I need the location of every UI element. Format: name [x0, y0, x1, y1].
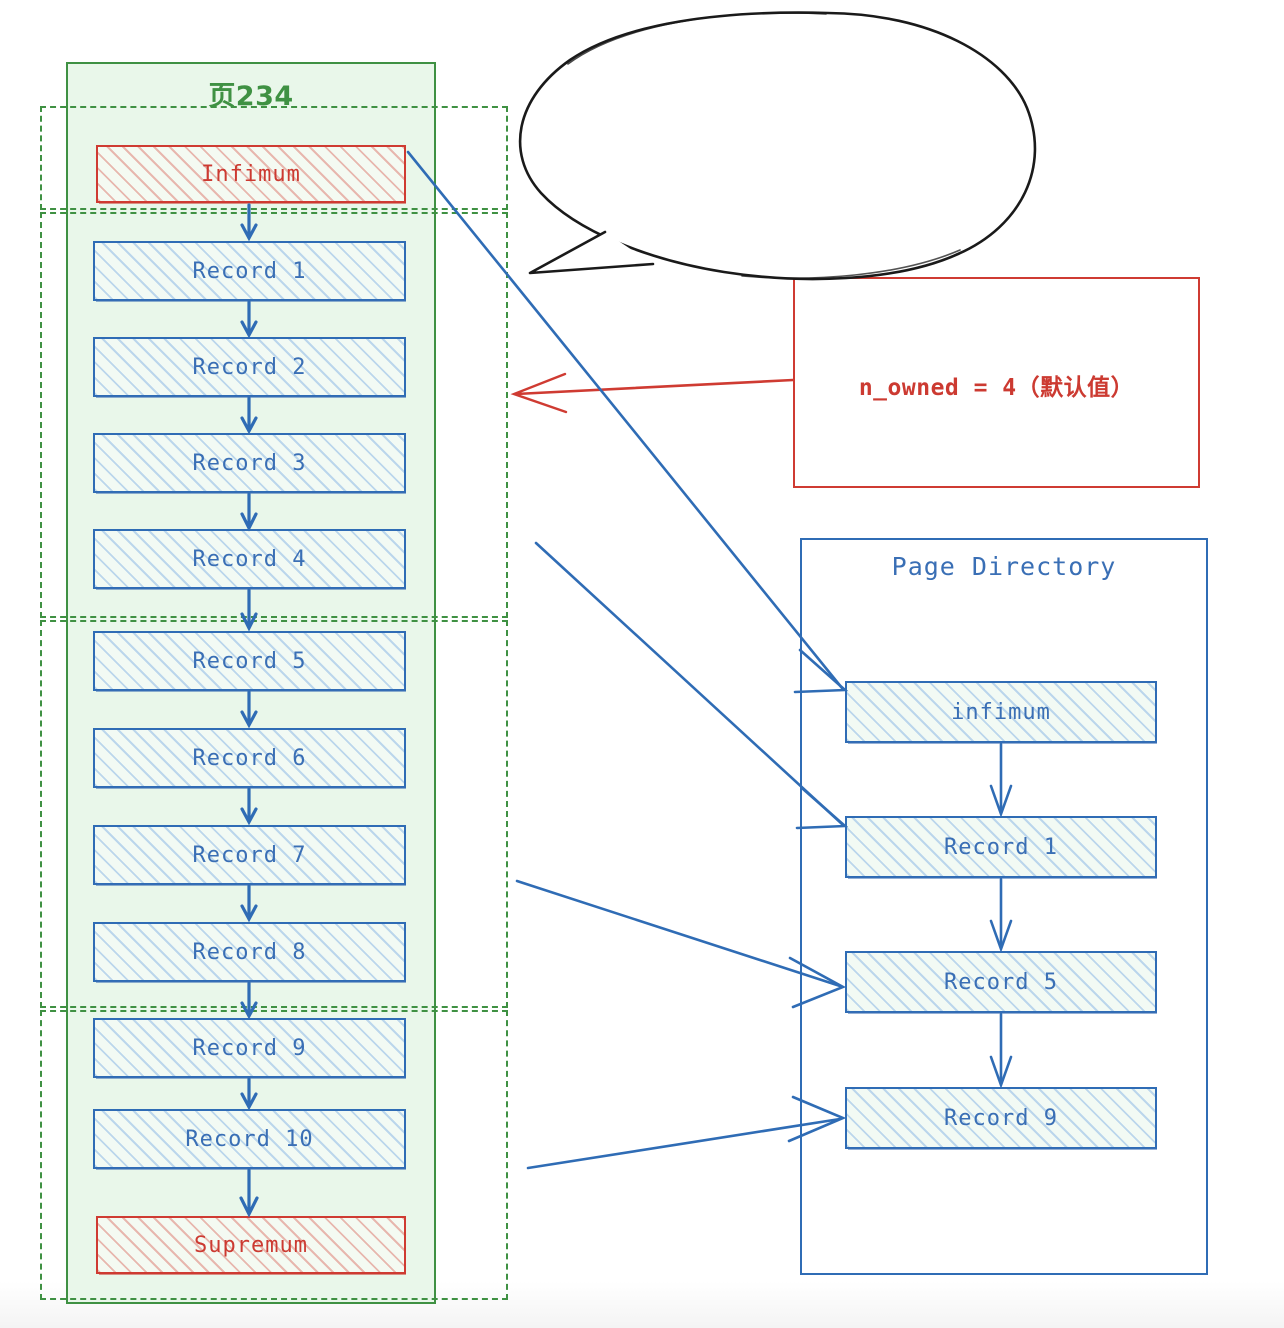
- record-label: Record 1: [192, 258, 307, 284]
- n-owned-note-text: n_owned = 4（默认值）: [858, 375, 1135, 401]
- record-10[interactable]: Record 10: [93, 1109, 406, 1170]
- record-infimum[interactable]: Infimum: [96, 145, 406, 204]
- directory-slot-label: Record 5: [944, 969, 1058, 995]
- record-2[interactable]: Record 2: [93, 337, 406, 398]
- page-directory-container: [800, 538, 1208, 1275]
- directory-slot-infimum[interactable]: infimum: [845, 681, 1157, 744]
- callout-text: 根据n_owned字段的值 划分每个slot的大小: [530, 98, 1010, 169]
- directory-slot-label: Record 9: [944, 1105, 1058, 1131]
- record-supremum[interactable]: Supremum: [96, 1216, 406, 1275]
- record-label: Record 7: [192, 842, 307, 868]
- callout-line-1: 根据n_owned字段的值: [638, 101, 902, 129]
- page-directory-title: Page Directory: [891, 552, 1117, 581]
- directory-slot-label: infimum: [951, 699, 1051, 725]
- directory-slot-record-1[interactable]: Record 1: [845, 816, 1157, 879]
- record-label: Record 6: [192, 745, 307, 771]
- record-label: Infimum: [201, 161, 301, 187]
- record-label: Record 10: [185, 1126, 314, 1152]
- record-1[interactable]: Record 1: [93, 241, 406, 302]
- record-label: Record 5: [192, 648, 307, 674]
- n-owned-leader-arrow: [510, 372, 795, 414]
- record-label: Record 3: [192, 450, 307, 476]
- directory-slot-label: Record 1: [944, 834, 1058, 860]
- record-7[interactable]: Record 7: [93, 825, 406, 886]
- record-label: Record 8: [192, 939, 307, 965]
- record-label: Record 9: [192, 1035, 307, 1061]
- record-6[interactable]: Record 6: [93, 728, 406, 789]
- record-label: Record 4: [192, 546, 307, 572]
- record-label: Record 2: [192, 354, 307, 380]
- callout-line-2: 划分每个slot的大小: [660, 136, 880, 165]
- record-3[interactable]: Record 3: [93, 433, 406, 494]
- record-8[interactable]: Record 8: [93, 922, 406, 983]
- diagram-canvas: 页234 Infimum Record 1 Record 2 Record 3 …: [0, 0, 1284, 1328]
- record-9[interactable]: Record 9: [93, 1018, 406, 1079]
- directory-slot-record-5[interactable]: Record 5: [845, 951, 1157, 1014]
- record-label: Supremum: [194, 1232, 308, 1258]
- directory-slot-record-9[interactable]: Record 9: [845, 1087, 1157, 1150]
- record-4[interactable]: Record 4: [93, 529, 406, 590]
- record-5[interactable]: Record 5: [93, 631, 406, 692]
